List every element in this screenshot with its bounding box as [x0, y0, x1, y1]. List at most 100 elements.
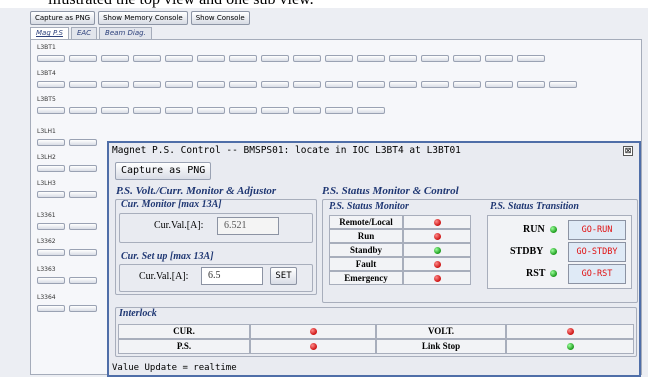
magnet-button[interactable]	[421, 81, 449, 88]
magnet-button[interactable]	[69, 107, 97, 114]
magnet-button[interactable]	[293, 107, 321, 114]
status-indicator-cell	[403, 257, 471, 271]
magnet-button[interactable]	[165, 107, 193, 114]
bg-show-memory-console-button[interactable]: Show Memory Console	[98, 11, 188, 25]
magnet-button[interactable]	[261, 81, 289, 88]
magnet-button[interactable]	[133, 55, 161, 62]
magnet-button[interactable]	[165, 81, 193, 88]
magnet-button[interactable]	[69, 55, 97, 62]
magnet-button[interactable]	[69, 249, 97, 256]
magnet-button[interactable]	[357, 55, 385, 62]
magnet-button[interactable]	[357, 81, 385, 88]
status-monitor-title: P.S. Status Monitor	[329, 201, 409, 212]
magnet-button[interactable]	[69, 139, 97, 146]
rst-transition-led-icon	[550, 270, 557, 277]
magnet-button[interactable]	[229, 107, 257, 114]
magnet-button[interactable]	[517, 55, 545, 62]
group-label: L3BT4	[37, 70, 56, 77]
magnet-button[interactable]	[133, 81, 161, 88]
magnet-button[interactable]	[325, 55, 353, 62]
magnet-ps-control-window: Magnet P.S. Control -- BMSPS01: locate i…	[107, 141, 641, 377]
magnet-button[interactable]	[325, 81, 353, 88]
document-caption-fragment: illustrated the top view and one sub vie…	[48, 0, 608, 8]
magnet-button[interactable]	[69, 305, 97, 312]
magnet-button[interactable]	[389, 81, 417, 88]
magnet-button[interactable]	[37, 165, 65, 172]
magnet-button[interactable]	[293, 55, 321, 62]
interlock-label-link-stop: Link Stop	[376, 339, 506, 354]
magnet-button[interactable]	[37, 139, 65, 146]
magnet-button[interactable]	[197, 81, 225, 88]
tab-beam-diag[interactable]: Beam Diag.	[99, 27, 152, 39]
cur-monitor-title: Cur. Monitor [max 13A]	[121, 199, 222, 210]
bg-capture-png-button[interactable]: Capture as PNG	[30, 11, 96, 25]
window-title: Magnet P.S. Control -- BMSPS01: locate i…	[112, 145, 461, 156]
go-run-button[interactable]: GO-RUN	[568, 220, 626, 240]
interlock-indicator-cell	[506, 339, 634, 354]
magnet-button[interactable]	[69, 191, 97, 198]
magnet-button[interactable]	[37, 277, 65, 284]
magnet-button[interactable]	[229, 55, 257, 62]
tab-eac[interactable]: EAC	[70, 27, 98, 39]
status-label-fault: Fault	[329, 257, 403, 271]
run-transition-label: RUN	[523, 224, 545, 235]
magnet-button[interactable]	[549, 81, 577, 88]
magnet-button[interactable]	[453, 81, 481, 88]
go-rst-button[interactable]: GO-RST	[568, 264, 626, 284]
magnet-button[interactable]	[517, 81, 545, 88]
group-label: L3364	[37, 294, 56, 301]
magnet-button[interactable]	[37, 305, 65, 312]
magnet-button[interactable]	[261, 107, 289, 114]
magnet-button[interactable]	[69, 223, 97, 230]
cur-interlock-led-icon	[310, 328, 317, 335]
magnet-button[interactable]	[37, 55, 65, 62]
interlock-label-cur: CUR.	[118, 324, 250, 339]
magnet-button[interactable]	[37, 249, 65, 256]
magnet-button[interactable]	[101, 107, 129, 114]
bg-show-console-button[interactable]: Show Console	[190, 11, 250, 25]
group-label: L3LH3	[37, 180, 56, 187]
set-button[interactable]: SET	[270, 267, 297, 285]
magnet-button[interactable]	[421, 55, 449, 62]
magnet-button[interactable]	[293, 81, 321, 88]
interlock-indicator-cell	[250, 324, 376, 339]
magnet-button[interactable]	[485, 55, 513, 62]
magnet-button[interactable]	[69, 81, 97, 88]
capture-png-button[interactable]: Capture as PNG	[115, 162, 212, 180]
background-toolbar: Capture as PNG Show Memory Console Show …	[0, 8, 648, 28]
magnet-button[interactable]	[37, 191, 65, 198]
emergency-led-icon	[434, 275, 441, 282]
go-stdby-button[interactable]: GO-STDBY	[568, 242, 626, 262]
magnet-button[interactable]	[37, 223, 65, 230]
magnet-button[interactable]	[261, 55, 289, 62]
magnet-button[interactable]	[69, 165, 97, 172]
stdby-transition-led-icon	[550, 248, 557, 255]
magnet-button[interactable]	[325, 107, 353, 114]
cur-setup-input[interactable]: 6.5	[201, 267, 263, 285]
magnet-button[interactable]	[197, 55, 225, 62]
group-label: L3363	[37, 266, 56, 273]
tab-mag-ps[interactable]: Mag P.S	[30, 27, 69, 39]
run-led-icon	[434, 233, 441, 240]
close-icon[interactable]: ⊠	[623, 146, 633, 156]
magnet-button[interactable]	[101, 81, 129, 88]
magnet-button[interactable]	[357, 107, 385, 114]
magnet-button[interactable]	[197, 107, 225, 114]
button-row	[37, 107, 385, 114]
group-label: L3BT1	[37, 44, 56, 51]
remote-local-led-icon	[434, 219, 441, 226]
magnet-button[interactable]	[453, 55, 481, 62]
magnet-button[interactable]	[133, 107, 161, 114]
magnet-button[interactable]	[101, 55, 129, 62]
magnet-button[interactable]	[389, 55, 417, 62]
magnet-button[interactable]	[165, 55, 193, 62]
status-label-standby: Standby	[329, 243, 403, 257]
magnet-button[interactable]	[229, 81, 257, 88]
magnet-button[interactable]	[485, 81, 513, 88]
magnet-button[interactable]	[37, 107, 65, 114]
magnet-button[interactable]	[37, 81, 65, 88]
magnet-button[interactable]	[69, 277, 97, 284]
group-label: L3BT5	[37, 96, 56, 103]
transition-box: RUN GO-RUN STDBY GO-STDBY RST GO-RST	[487, 215, 632, 289]
status-section-title: P.S. Status Monitor & Control	[322, 185, 459, 197]
